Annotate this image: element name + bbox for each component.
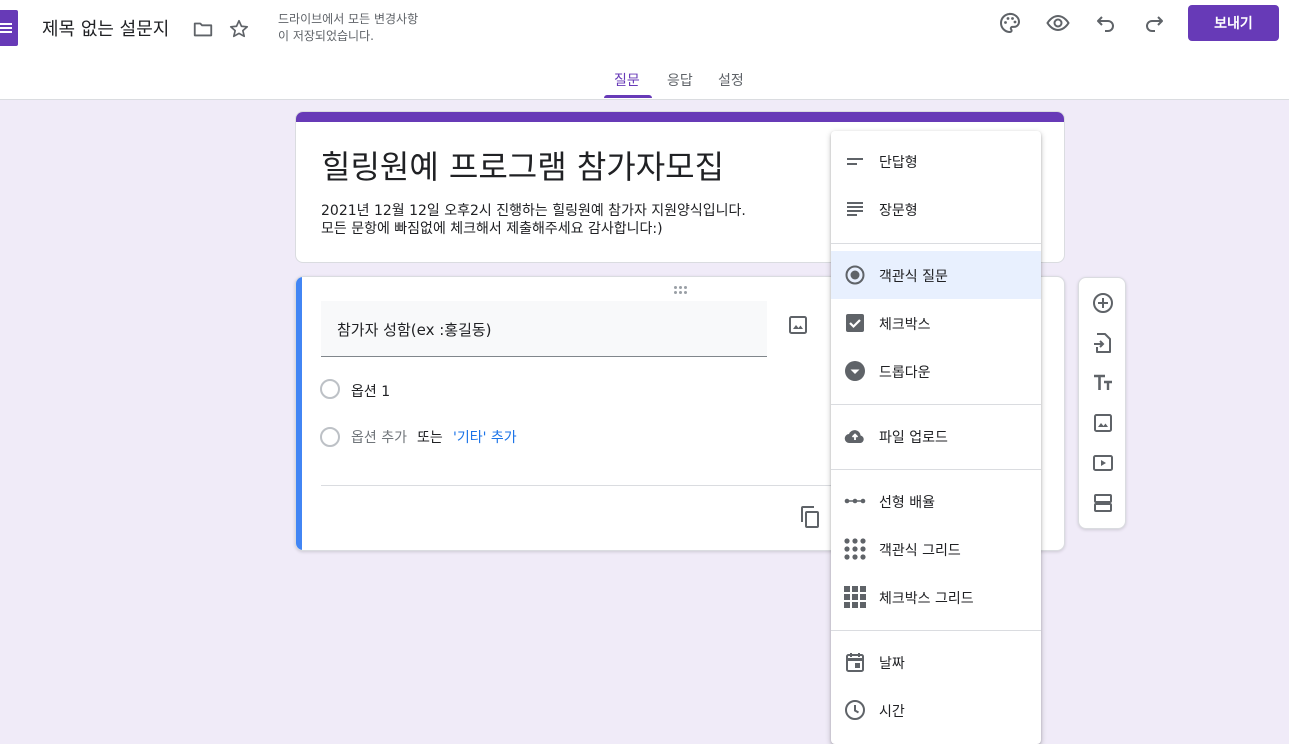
add-option-radio xyxy=(320,427,340,447)
active-card-indicator xyxy=(296,277,302,550)
calendar-icon xyxy=(843,650,867,674)
tab-responses[interactable]: 응답 xyxy=(667,70,693,90)
menu-item-multiple-choice[interactable]: 객관식 질문 xyxy=(831,251,1041,299)
dot-grid-icon xyxy=(843,537,867,561)
forms-logo-icon[interactable] xyxy=(0,10,18,46)
title-card-accent xyxy=(296,112,1064,122)
import-questions-icon[interactable] xyxy=(1091,331,1115,355)
menu-item-multiple-choice-grid[interactable]: 객관식 그리드 xyxy=(831,525,1041,573)
question-type-menu: 단답형 장문형 객관식 질문 체크박스 드롭다운 파일 업로드 선형 배율 객관… xyxy=(831,131,1041,744)
add-section-icon[interactable] xyxy=(1091,491,1115,515)
menu-divider xyxy=(831,469,1041,470)
send-button[interactable]: 보내기 xyxy=(1188,5,1279,41)
form-description-line1: 2021년 12월 12일 오후2시 진행하는 힐링원예 참가자 지원양식입니다… xyxy=(321,203,746,219)
menu-item-linear-scale[interactable]: 선형 배율 xyxy=(831,477,1041,525)
menu-item-label: 드롭다운 xyxy=(879,365,931,381)
add-image-icon[interactable] xyxy=(786,313,810,337)
undo-icon[interactable] xyxy=(1094,11,1118,35)
add-video-icon[interactable] xyxy=(1091,451,1115,475)
checkbox-icon xyxy=(843,311,867,335)
floating-toolbar xyxy=(1078,277,1126,529)
save-status-line1: 드라이브에서 모든 변경사항 xyxy=(278,12,419,26)
palette-icon[interactable] xyxy=(998,11,1022,35)
top-bar: 제목 없는 설문지 드라이브에서 모든 변경사항 이 저장되었습니다. 보내기 … xyxy=(0,0,1289,100)
preview-eye-icon[interactable] xyxy=(1046,11,1070,35)
menu-item-date[interactable]: 날짜 xyxy=(831,638,1041,686)
option1-radio[interactable] xyxy=(320,379,340,399)
tab-settings[interactable]: 설정 xyxy=(718,70,744,90)
dropdown-icon xyxy=(843,359,867,383)
form-description-line2: 모든 문항에 빠짐없에 체크해서 제출해주세요 감사합니다:) xyxy=(321,221,663,237)
option1-label[interactable]: 옵션 1 xyxy=(351,381,390,401)
active-tab-indicator xyxy=(604,95,652,98)
menu-item-checkbox[interactable]: 체크박스 xyxy=(831,299,1041,347)
menu-item-file-upload[interactable]: 파일 업로드 xyxy=(831,412,1041,460)
menu-divider xyxy=(831,243,1041,244)
drag-handle-icon[interactable] xyxy=(674,286,688,294)
menu-item-label: 선형 배율 xyxy=(879,495,935,511)
short-answer-icon xyxy=(843,149,867,173)
paragraph-icon xyxy=(843,197,867,221)
cloud-upload-icon xyxy=(843,424,867,448)
question-title-text: 참가자 성함(ex :홍길동) xyxy=(337,321,492,339)
form-tabs: 질문 응답 설정 xyxy=(0,62,1289,100)
add-option-link[interactable]: 옵션 추가 xyxy=(351,427,407,447)
menu-divider xyxy=(831,404,1041,405)
form-description[interactable]: 2021년 12월 12일 오후2시 진행하는 힐링원예 참가자 지원양식입니다… xyxy=(321,202,746,238)
document-title[interactable]: 제목 없는 설문지 xyxy=(42,15,169,41)
menu-item-label: 체크박스 그리드 xyxy=(879,591,974,607)
checkbox-grid-icon xyxy=(843,585,867,609)
duplicate-icon[interactable] xyxy=(798,505,822,529)
add-title-icon[interactable] xyxy=(1091,371,1115,395)
save-status: 드라이브에서 모든 변경사항 이 저장되었습니다. xyxy=(278,11,418,45)
menu-item-short-answer[interactable]: 단답형 xyxy=(831,137,1041,185)
folder-icon[interactable] xyxy=(191,17,215,41)
menu-item-label: 파일 업로드 xyxy=(879,430,948,446)
add-image-icon[interactable] xyxy=(1091,411,1115,435)
menu-item-label: 객관식 그리드 xyxy=(879,543,961,559)
menu-item-dropdown[interactable]: 드롭다운 xyxy=(831,347,1041,395)
menu-item-label: 객관식 질문 xyxy=(879,269,948,285)
menu-item-checkbox-grid[interactable]: 체크박스 그리드 xyxy=(831,573,1041,621)
menu-divider xyxy=(831,630,1041,631)
tab-questions[interactable]: 질문 xyxy=(614,70,640,90)
menu-item-paragraph[interactable]: 장문형 xyxy=(831,185,1041,233)
add-other-link[interactable]: '기타' 추가 xyxy=(453,427,517,447)
question-title-input[interactable]: 참가자 성함(ex :홍길동) xyxy=(321,301,767,357)
or-text: 또는 xyxy=(417,430,443,446)
form-title[interactable]: 힐링원예 프로그램 참가자모집 xyxy=(321,142,724,188)
save-status-line2: 이 저장되었습니다. xyxy=(278,29,374,43)
linear-scale-icon xyxy=(843,489,867,513)
star-icon[interactable] xyxy=(227,17,251,41)
add-question-icon[interactable] xyxy=(1091,291,1115,315)
radio-button-icon xyxy=(843,263,867,287)
menu-item-label: 시간 xyxy=(879,704,905,720)
menu-item-label: 단답형 xyxy=(879,155,918,171)
menu-item-time[interactable]: 시간 xyxy=(831,686,1041,734)
menu-item-label: 체크박스 xyxy=(879,317,931,333)
redo-icon[interactable] xyxy=(1142,11,1166,35)
clock-icon xyxy=(843,698,867,722)
menu-item-label: 장문형 xyxy=(879,203,918,219)
menu-item-label: 날짜 xyxy=(879,656,905,672)
